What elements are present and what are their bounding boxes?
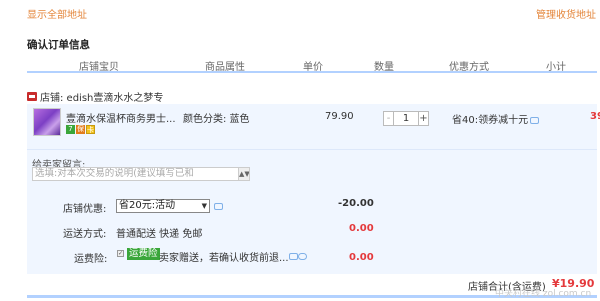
insurance-checkbox[interactable]: ✓ — [117, 250, 124, 257]
shop-row: 店铺: edish壹滴水水之梦专 — [27, 89, 163, 104]
chevron-down-icon: ▼ — [201, 202, 207, 210]
insurance-description: 卖家赠送，若确认收货前退... — [159, 253, 289, 264]
shipping-insurance-label: 运费险: — [74, 254, 108, 265]
column-header-quantity: 数量 — [374, 62, 394, 73]
column-header-subtotal: 小计 — [546, 62, 566, 73]
shop-name-link[interactable]: 店铺: edish壹滴水水之梦专 — [40, 89, 163, 104]
shipping-method-value: 普通配送 快递 免邮 — [116, 229, 203, 240]
column-header-promotion: 优惠方式 — [449, 62, 489, 73]
expand-arrows-icon[interactable]: ▲▼ — [238, 168, 249, 180]
shipping-method-label: 运送方式: — [63, 229, 107, 240]
chat-bubble-icon[interactable] — [289, 253, 298, 260]
chat-bubble-icon[interactable] — [214, 203, 223, 210]
product-title-link[interactable]: 壹滴水保温杯商务男士... — [66, 110, 176, 125]
show-all-address-link[interactable]: 显示全部地址 — [27, 6, 87, 21]
order-table-header: 店铺宝贝 商品属性 单价 数量 优惠方式 小计 — [27, 57, 597, 73]
quantity-decrease-button[interactable]: - — [383, 111, 394, 126]
insurance-tag: 运费险 — [127, 248, 160, 260]
quantity-stepper: - 1 + — [383, 111, 429, 126]
column-header-shop-item: 店铺宝贝 — [79, 62, 119, 73]
quantity-input[interactable]: 1 — [394, 111, 418, 126]
service-badges: 7 保 卡 — [66, 125, 95, 134]
shop-discount-value: -20.00 — [338, 198, 374, 209]
guarantee-icon[interactable]: 保 — [76, 125, 85, 134]
top-links: 显示全部地址 管理收货地址 — [27, 6, 596, 21]
order-item-row: 壹滴水保温杯商务男士... 7 保 卡 颜色分类: 蓝色 79.90 - 1 +… — [27, 104, 600, 150]
shipping-cost: 0.00 — [349, 223, 374, 234]
shop-discount-label: 店铺优惠: — [63, 204, 107, 215]
watermark-text: 中关村在线 zol.com.cn — [495, 289, 592, 299]
product-thumbnail[interactable] — [33, 108, 61, 136]
promotion-text: 省40:领券减十元 — [452, 111, 540, 126]
order-options-panel: 给卖家留言: 选填:对本次交易的说明(建议填写已和 ▲▼ 店铺优惠: 省20元:… — [27, 150, 597, 274]
seller-message-input[interactable]: 选填:对本次交易的说明(建议填写已和 ▲▼ — [32, 167, 250, 181]
manage-address-link[interactable]: 管理收货地址 — [536, 6, 596, 21]
shop-discount-selected: 省20元:活动 — [119, 200, 176, 211]
product-attributes: 颜色分类: 蓝色 — [183, 114, 250, 125]
info-icon[interactable] — [298, 253, 307, 260]
shop-discount-select[interactable]: 省20元:活动 ▼ — [116, 199, 210, 213]
seller-message-placeholder: 选填:对本次交易的说明(建议填写已和 — [35, 168, 194, 179]
shop-icon — [27, 91, 37, 101]
quantity-increase-button[interactable]: + — [418, 111, 429, 126]
credit-card-icon[interactable]: 卡 — [86, 125, 95, 134]
column-header-unit-price: 单价 — [303, 62, 323, 73]
unit-price: 79.90 — [325, 111, 354, 122]
insurance-cost: 0.00 — [349, 252, 374, 263]
section-title: 确认订单信息 — [27, 39, 90, 51]
promotion-label: 省40:领券减十元 — [452, 115, 529, 126]
column-header-attributes: 商品属性 — [205, 62, 245, 73]
item-subtotal: 39.90 — [590, 111, 600, 122]
seven-day-return-icon[interactable]: 7 — [66, 125, 75, 134]
chat-bubble-icon[interactable] — [530, 116, 540, 124]
